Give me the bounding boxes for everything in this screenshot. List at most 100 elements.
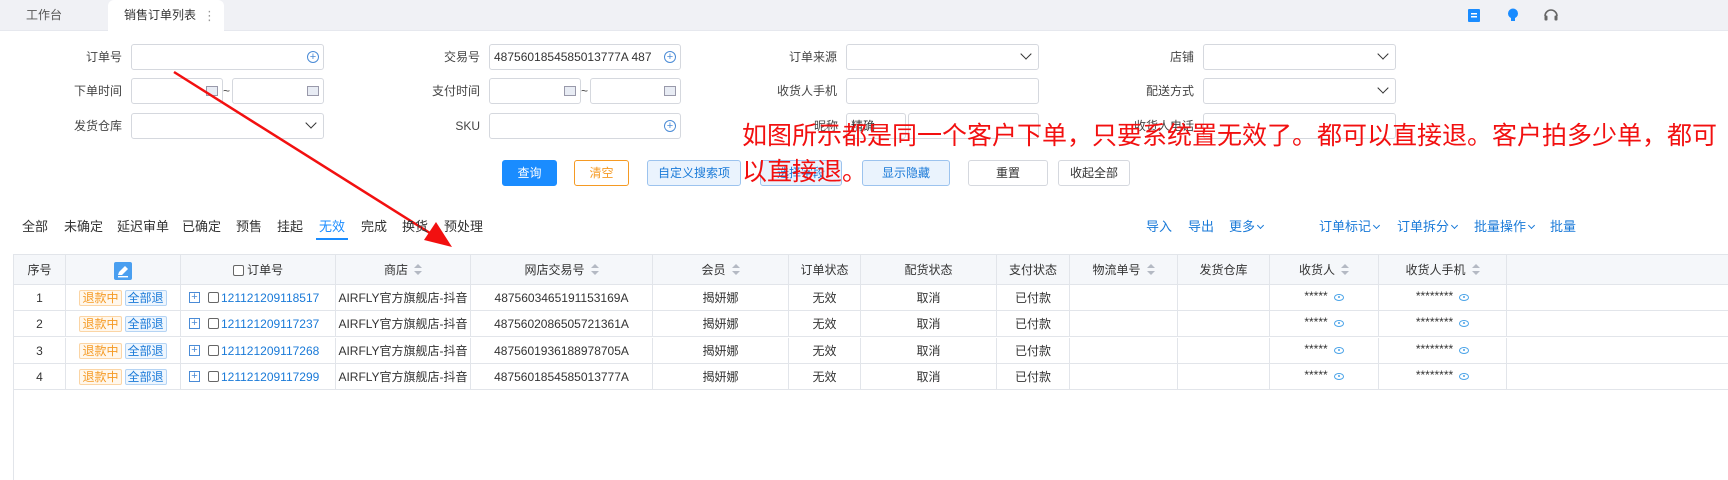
sort-icon[interactable] (731, 264, 740, 276)
order-no-link[interactable]: 121121209117268 (221, 344, 319, 358)
batch-ops-dropdown[interactable]: 批量操作 (1474, 216, 1536, 235)
th-order-status: 订单状态 (789, 255, 861, 285)
cell-logistics-no (1070, 363, 1178, 390)
cell-order-status: 无效 (789, 337, 861, 364)
status-tab-completed[interactable]: 完成 (361, 216, 387, 235)
edit-columns-icon[interactable] (114, 262, 132, 280)
cell-refund: 退款中 全部退 (66, 285, 181, 311)
eye-icon[interactable] (1459, 346, 1470, 354)
import-link[interactable]: 导入 (1146, 216, 1172, 235)
batch-more-link[interactable]: 批量 (1550, 216, 1576, 235)
expand-row-icon[interactable]: + (189, 318, 200, 330)
order-table: 序号 订单号 商店 网店交易号 会员 订单状态 配货状态 支付状态 物流单号 发… (13, 254, 1728, 480)
sort-icon[interactable] (1146, 264, 1155, 276)
order-split-label: 订单拆分 (1397, 219, 1450, 234)
order-mark-label: 订单标记 (1319, 219, 1372, 234)
sort-icon[interactable] (1341, 264, 1349, 276)
cell-trade-no: 4875601854585013777A (471, 363, 653, 390)
cell-ship-warehouse (1178, 285, 1270, 311)
cell-seq: 4 (14, 363, 66, 390)
eye-icon[interactable] (1333, 320, 1344, 328)
table-row[interactable]: 4 退款中 全部退 +121121209117299 AIRFLY官方旗舰店-抖音 487… (14, 363, 1728, 390)
cell-seq: 3 (14, 337, 66, 364)
th-shop[interactable]: 商店 (336, 255, 471, 285)
phone-masked: ******** (1415, 289, 1454, 303)
th-receiver[interactable]: 收货人 (1270, 255, 1379, 285)
table-row[interactable]: 2 退款中 全部退 +121121209117237 AIRFLY官方旗舰店-抖音 487… (14, 311, 1728, 338)
cell-seq: 2 (14, 311, 66, 338)
more-label: 更多 (1229, 219, 1256, 234)
th-logistics-no[interactable]: 物流单号 (1070, 255, 1178, 285)
cell-logistics-no (1070, 337, 1178, 364)
row-checkbox[interactable] (208, 344, 219, 356)
cell-logistics-no (1070, 311, 1178, 338)
order-split-dropdown[interactable]: 订单拆分 (1397, 216, 1459, 235)
more-dropdown[interactable]: 更多 (1229, 216, 1265, 235)
th-member[interactable]: 会员 (653, 255, 789, 285)
expand-row-icon[interactable]: + (189, 344, 200, 356)
status-tab-delayed-review[interactable]: 延迟审单 (117, 216, 169, 235)
expand-row-icon[interactable]: + (189, 370, 200, 382)
th-trade-label: 网店交易号 (524, 263, 585, 277)
th-edit (66, 255, 181, 285)
eye-icon[interactable] (1333, 372, 1344, 380)
cell-order-no: +121121209117268 (181, 337, 336, 364)
sort-icon[interactable] (1471, 264, 1480, 276)
row-checkbox[interactable] (208, 292, 219, 303)
cell-receiver-phone: ******** (1379, 363, 1507, 390)
status-tab-confirmed[interactable]: 已确定 (182, 216, 221, 235)
cell-order-status: 无效 (789, 285, 861, 311)
status-tab-presale[interactable]: 预售 (236, 216, 262, 235)
export-link[interactable]: 导出 (1188, 216, 1214, 235)
th-online-trade-no[interactable]: 网店交易号 (471, 255, 653, 285)
th-receiver-phone[interactable]: 收货人手机 (1379, 255, 1507, 285)
cell-receiver: ***** (1270, 311, 1379, 338)
eye-icon[interactable] (1459, 372, 1470, 380)
table-row[interactable]: 1 退款中 全部退 +121121209118517 AIRFLY官方旗舰店-抖音 487… (14, 285, 1728, 311)
cell-receiver: ***** (1270, 363, 1379, 390)
status-tab-exchange[interactable]: 换货 (402, 216, 428, 235)
row-checkbox[interactable] (208, 370, 219, 382)
cell-ship-warehouse (1178, 363, 1270, 390)
phone-masked: ******** (1415, 367, 1454, 382)
select-all-checkbox[interactable] (232, 265, 244, 277)
expand-row-icon[interactable]: + (189, 292, 200, 303)
status-tab-preprocess[interactable]: 预处理 (444, 216, 483, 235)
eye-icon[interactable] (1459, 294, 1470, 301)
cell-trade-no: 4875603465191153169A (471, 285, 653, 311)
chevron-down-icon (1450, 221, 1459, 230)
th-logistics-label: 物流单号 (1092, 263, 1141, 277)
cell-pay-status: 已付款 (997, 363, 1070, 390)
cell-refund: 退款中 全部退 (66, 363, 181, 390)
order-no-link[interactable]: 121121209117237 (221, 317, 319, 331)
cell-ship-warehouse (1178, 337, 1270, 364)
receiver-masked: ***** (1304, 289, 1328, 303)
status-tab-on-hold[interactable]: 挂起 (277, 216, 303, 235)
cell-shop: AIRFLY官方旗舰店-抖音 (336, 363, 471, 390)
status-tab-invalid[interactable]: 无效 (319, 216, 345, 235)
chevron-down-icon (1256, 221, 1265, 230)
cell-seq: 1 (14, 285, 66, 311)
order-no-link[interactable]: 121121209118517 (221, 291, 319, 305)
cell-receiver-phone: ******** (1379, 311, 1507, 338)
phone-masked: ******** (1415, 341, 1454, 356)
eye-icon[interactable] (1333, 346, 1344, 354)
row-checkbox[interactable] (208, 318, 219, 330)
refund-status-badge: 退款中 (79, 316, 122, 333)
cell-alloc-status: 取消 (861, 363, 997, 390)
eye-icon[interactable] (1459, 320, 1470, 328)
cell-receiver-phone: ******** (1379, 285, 1507, 311)
cell-pay-status: 已付款 (997, 337, 1070, 364)
cell-member: 揭妍娜 (653, 363, 789, 390)
sort-icon[interactable] (414, 264, 422, 276)
order-mark-dropdown[interactable]: 订单标记 (1319, 216, 1381, 235)
cell-member: 揭妍娜 (653, 337, 789, 364)
eye-icon[interactable] (1333, 294, 1344, 301)
order-no-link[interactable]: 121121209117299 (221, 370, 319, 384)
table-row[interactable]: 3 退款中 全部退 +121121209117268 AIRFLY官方旗舰店-抖音 487… (14, 337, 1728, 364)
refund-status-badge: 退款中 (79, 290, 122, 306)
sort-icon[interactable] (590, 264, 599, 276)
status-tab-all[interactable]: 全部 (22, 216, 48, 235)
th-phone-label: 收货人手机 (1405, 263, 1466, 277)
status-tab-unconfirmed[interactable]: 未确定 (64, 216, 103, 235)
